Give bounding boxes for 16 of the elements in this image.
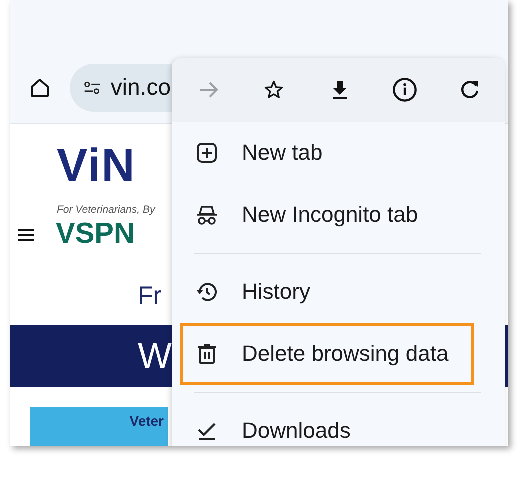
vspn-logo[interactable]: VSPN (56, 220, 135, 249)
incognito-icon (195, 203, 219, 227)
page-heading: Fr (138, 281, 162, 311)
tune-icon[interactable] (84, 80, 101, 96)
menu-icon[interactable] (18, 228, 34, 240)
trash-icon (195, 342, 219, 366)
tagline: For Veterinarians, By (57, 204, 156, 216)
promo-card[interactable]: Veter (30, 407, 168, 446)
history-icon (195, 280, 219, 304)
menu-item[interactable]: History (172, 261, 505, 323)
menu-item[interactable]: New Incognito tab (172, 184, 505, 246)
menu-item[interactable]: Downloads (172, 400, 505, 446)
site-logo[interactable]: ViN (57, 142, 136, 188)
plus-square-icon (195, 141, 219, 165)
menu-item[interactable]: Delete browsing data (180, 323, 474, 385)
menu-item[interactable]: New tab (172, 122, 505, 184)
